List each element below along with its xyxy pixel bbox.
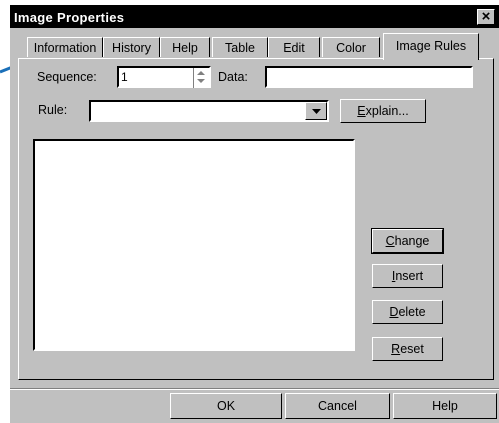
- tab-help[interactable]: Help: [160, 37, 210, 57]
- explain-button[interactable]: Explain...: [340, 99, 426, 123]
- sequence-value: 1: [121, 70, 128, 84]
- sequence-spinbox[interactable]: 1: [117, 66, 211, 88]
- chevron-down-icon[interactable]: [197, 79, 205, 84]
- tab-edit[interactable]: Edit: [268, 37, 320, 57]
- tab-history[interactable]: History: [103, 37, 160, 57]
- rule-list[interactable]: [33, 139, 355, 351]
- tab-color[interactable]: Color: [322, 37, 380, 57]
- ok-button[interactable]: OK: [170, 393, 282, 419]
- reset-button[interactable]: Reset: [372, 337, 443, 361]
- window-title: Image Properties: [14, 10, 125, 25]
- footer-divider: [10, 388, 499, 390]
- tab-table[interactable]: Table: [212, 37, 268, 57]
- spin-buttons[interactable]: [193, 68, 209, 88]
- insert-button[interactable]: Insert: [372, 264, 443, 288]
- close-icon: ×: [481, 8, 491, 25]
- rule-dropdown-button[interactable]: [305, 102, 327, 120]
- delete-button[interactable]: Delete: [372, 300, 443, 324]
- close-button[interactable]: ×: [477, 9, 495, 25]
- change-button[interactable]: Change: [371, 228, 444, 254]
- chevron-down-icon: [312, 109, 321, 114]
- tab-information[interactable]: Information: [27, 37, 103, 57]
- help-button[interactable]: Help: [393, 393, 497, 419]
- tab-image-rules[interactable]: Image Rules: [383, 33, 479, 60]
- cancel-button[interactable]: Cancel: [285, 393, 390, 419]
- data-field[interactable]: [265, 66, 473, 88]
- chevron-up-icon[interactable]: [197, 71, 205, 76]
- data-label: Data:: [218, 70, 248, 84]
- rule-label: Rule:: [38, 103, 68, 117]
- rule-dropdown[interactable]: [89, 100, 329, 122]
- sequence-label: Sequence:: [37, 70, 97, 84]
